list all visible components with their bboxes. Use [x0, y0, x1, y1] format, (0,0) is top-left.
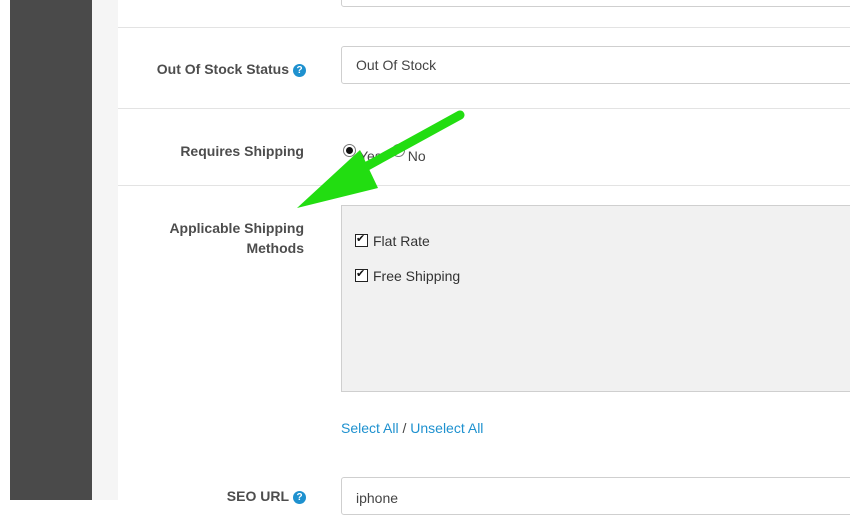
shipping-methods-label: Applicable Shipping Methods — [100, 218, 304, 258]
link-separator: / — [398, 420, 411, 436]
stock-status-select[interactable]: Out Of Stock — [341, 46, 850, 84]
flat-rate-checkbox[interactable] — [355, 232, 368, 247]
seo-url-label: SEO URL? — [100, 488, 306, 504]
question-circle-icon[interactable]: ? — [293, 491, 306, 504]
unselect-all-link[interactable]: Unselect All — [410, 420, 483, 436]
seo-url-label-text: SEO URL — [226, 488, 289, 504]
shipping-method-item[interactable]: Free Shipping — [355, 267, 461, 284]
shipping-method-item[interactable]: Flat Rate — [355, 232, 430, 249]
select-links: Select All / Unselect All — [341, 420, 483, 436]
radio-no[interactable] — [391, 144, 405, 157]
seo-url-value: iphone — [356, 490, 399, 506]
radio-yes[interactable] — [343, 144, 356, 157]
requires-shipping-label: Requires Shipping — [180, 143, 304, 159]
radio-no-label: No — [407, 148, 426, 164]
stock-status-label-text: Out Of Stock Status — [156, 61, 289, 77]
free-shipping-checkbox[interactable] — [355, 267, 368, 282]
free-shipping-label: Free Shipping — [373, 268, 461, 284]
flat-rate-label: Flat Rate — [373, 233, 430, 249]
divider — [118, 27, 850, 28]
radio-yes-label: Yes — [359, 148, 382, 164]
divider — [118, 108, 850, 109]
left-edge — [0, 0, 10, 500]
requires-shipping-radios: Yes No — [343, 143, 432, 164]
stock-status-value: Out Of Stock — [356, 57, 437, 73]
shipping-methods-label-line2: Methods — [246, 240, 304, 256]
shipping-methods-label-line1: Applicable Shipping — [169, 220, 304, 236]
seo-url-input[interactable]: iphone — [341, 477, 850, 515]
shipping-methods-list[interactable]: Flat Rate Free Shipping — [341, 205, 850, 392]
question-circle-icon[interactable]: ? — [293, 64, 306, 77]
divider — [118, 185, 850, 186]
stock-status-label: Out Of Stock Status? — [100, 61, 306, 77]
previous-field-input[interactable] — [341, 0, 850, 7]
sidebar — [10, 0, 92, 500]
select-all-link[interactable]: Select All — [341, 420, 399, 436]
